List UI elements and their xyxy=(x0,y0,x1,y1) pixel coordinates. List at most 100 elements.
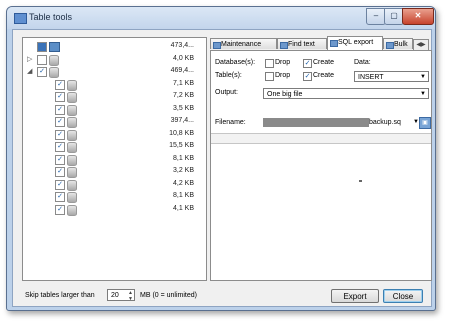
app-icon xyxy=(14,13,27,24)
tree-checkbox[interactable]: ✓ xyxy=(55,117,65,127)
spin-arrows-icon[interactable]: ▲ ▼ xyxy=(128,290,133,302)
table-tools-window: Table tools – ▢ ✕ 473,4... ▷ 4,0 KB ◢ ✓ 469,4… xyxy=(6,6,436,311)
output-label: Output: xyxy=(215,89,238,96)
table-icon xyxy=(67,117,77,128)
tree-checkbox[interactable]: ✓ xyxy=(55,79,65,90)
tree-checkbox[interactable]: ✓ xyxy=(55,92,65,102)
table-icon xyxy=(67,154,77,166)
tree-row-size: 397,4... xyxy=(170,117,194,124)
tree-row-size: 469,4... xyxy=(170,67,194,74)
skip-size-value: 20 xyxy=(111,292,119,299)
tree-row-size: 3,2 KB xyxy=(172,167,194,174)
tab-label: Maintenance xyxy=(221,41,262,48)
tree-checkbox[interactable]: ✓ xyxy=(55,192,65,202)
tab-label: Find text xyxy=(288,41,315,48)
tree-row[interactable]: ✓ 4,2 KB xyxy=(23,179,206,191)
tree-checkbox[interactable]: ✓ xyxy=(37,67,47,77)
tree-row-size: 15,5 KB xyxy=(169,142,194,149)
table-icon xyxy=(67,92,77,103)
tree-row-size: 8,1 KB xyxy=(172,192,194,199)
bulk-icon xyxy=(386,42,394,49)
database-icon xyxy=(49,67,59,78)
db-create-checkbox[interactable]: ✓ xyxy=(303,59,312,68)
tree-row[interactable]: ✓ 397,4... xyxy=(23,116,206,128)
tree-checkbox[interactable]: ✓ xyxy=(55,167,65,177)
maximize-button[interactable]: ▢ xyxy=(384,8,404,25)
tab-sql-export[interactable]: SQL export xyxy=(327,36,383,50)
tree-row-size: 8,1 KB xyxy=(172,154,194,162)
sql-export-icon xyxy=(330,40,338,47)
tree-row-size: 3,5 KB xyxy=(172,104,194,112)
output-select[interactable]: One big file ▼ xyxy=(263,88,429,99)
table-icon xyxy=(67,104,77,116)
server-icon xyxy=(49,42,60,52)
tree-row[interactable]: ✓ 8,1 KB xyxy=(23,154,206,166)
data-select-value: INSERT xyxy=(358,74,384,81)
tab-maintenance[interactable]: Maintenance xyxy=(210,38,277,49)
database-icon xyxy=(49,54,59,66)
splitter-bar[interactable] xyxy=(211,133,431,144)
db-drop-label: Drop xyxy=(275,59,291,66)
tree-row-size: 7,1 KB xyxy=(172,79,194,87)
tree-row[interactable]: ✓ 7,1 KB xyxy=(23,79,206,91)
tree-row[interactable]: ✓ 4,1 KB xyxy=(23,204,206,216)
tab-label: SQL export xyxy=(338,39,374,46)
find-icon xyxy=(280,42,288,49)
tree-row[interactable]: 473,4... xyxy=(23,41,206,53)
browse-folder-icon[interactable]: ▣ xyxy=(419,117,431,129)
table-icon xyxy=(67,179,77,191)
tree-row[interactable]: ◢ ✓ 469,4... xyxy=(23,66,206,78)
tbl-create-label: Create xyxy=(313,72,335,79)
data-select[interactable]: INSERT ▼ xyxy=(354,71,429,82)
table-icon xyxy=(67,129,77,141)
tree-row-size: 10,8 KB xyxy=(169,129,194,137)
unit-label: MB (0 = unlimited) xyxy=(140,292,197,299)
db-drop-checkbox[interactable] xyxy=(265,59,274,68)
tree-row[interactable]: ✓ 8,1 KB xyxy=(23,191,206,203)
table-icon xyxy=(67,79,77,91)
tree-checkbox[interactable]: ✓ xyxy=(55,154,65,165)
tree-row[interactable]: ✓ 10,8 KB xyxy=(23,129,206,141)
tbl-drop-checkbox[interactable] xyxy=(265,72,274,81)
table-icon xyxy=(67,204,77,216)
tree-checkbox[interactable]: ✓ xyxy=(55,179,65,190)
tree-checkbox[interactable]: ✓ xyxy=(55,142,65,152)
minimize-button[interactable]: – xyxy=(366,8,386,25)
tables-label: Table(s): xyxy=(215,72,242,79)
tree-checkbox[interactable] xyxy=(37,42,47,52)
table-icon xyxy=(67,167,77,178)
tree-row-size: 473,4... xyxy=(170,42,194,49)
tree-expander-icon[interactable]: ◢ xyxy=(27,67,32,75)
table-icon xyxy=(67,192,77,203)
tree-row[interactable]: ✓ 7,2 KB xyxy=(23,91,206,103)
tree-row-size: 4,0 KB xyxy=(172,54,194,62)
tree-row[interactable]: ✓ 15,5 KB xyxy=(23,141,206,153)
window-title: Table tools xyxy=(29,12,73,22)
tree-checkbox[interactable]: ✓ xyxy=(55,129,65,140)
tbl-drop-label: Drop xyxy=(275,72,291,79)
tree-checkbox[interactable]: ✓ xyxy=(55,204,65,215)
empty-area-marker xyxy=(359,180,362,182)
close-window-button[interactable]: ✕ xyxy=(402,8,434,25)
skip-tables-label: Skip tables larger than xyxy=(25,292,95,299)
sql-export-panel: Database(s): Drop ✓ Create Data: Table(s… xyxy=(210,50,432,281)
db-create-label: Create xyxy=(313,59,335,66)
close-button[interactable]: Close xyxy=(383,289,423,303)
object-tree[interactable]: 473,4... ▷ 4,0 KB ◢ ✓ 469,4... ✓ 7,1 KB ✓ 7,2 KB ✓… xyxy=(22,37,207,281)
filename-field[interactable]: backup.sq ▼ xyxy=(263,117,419,128)
tbl-create-checkbox[interactable]: ✓ xyxy=(303,72,312,81)
export-button[interactable]: Export xyxy=(331,289,379,303)
redacted-path xyxy=(263,118,369,127)
tab-find-text[interactable]: Find text xyxy=(277,38,327,49)
tree-row[interactable]: ▷ 4,0 KB xyxy=(23,54,206,66)
tree-row[interactable]: ✓ 3,5 KB xyxy=(23,104,206,116)
tree-checkbox[interactable]: ✓ xyxy=(55,104,65,115)
tab-bulk[interactable]: Bulk xyxy=(383,38,413,49)
tree-expander-icon[interactable]: ▷ xyxy=(27,55,32,63)
tree-checkbox[interactable] xyxy=(37,54,47,65)
title-bar[interactable]: Table tools – ▢ ✕ xyxy=(7,7,435,29)
tree-row[interactable]: ✓ 3,2 KB xyxy=(23,166,206,178)
maintenance-icon xyxy=(213,42,221,49)
filename-value: backup.sq xyxy=(369,119,401,126)
skip-size-stepper[interactable]: 20 ▲ ▼ xyxy=(107,289,135,302)
